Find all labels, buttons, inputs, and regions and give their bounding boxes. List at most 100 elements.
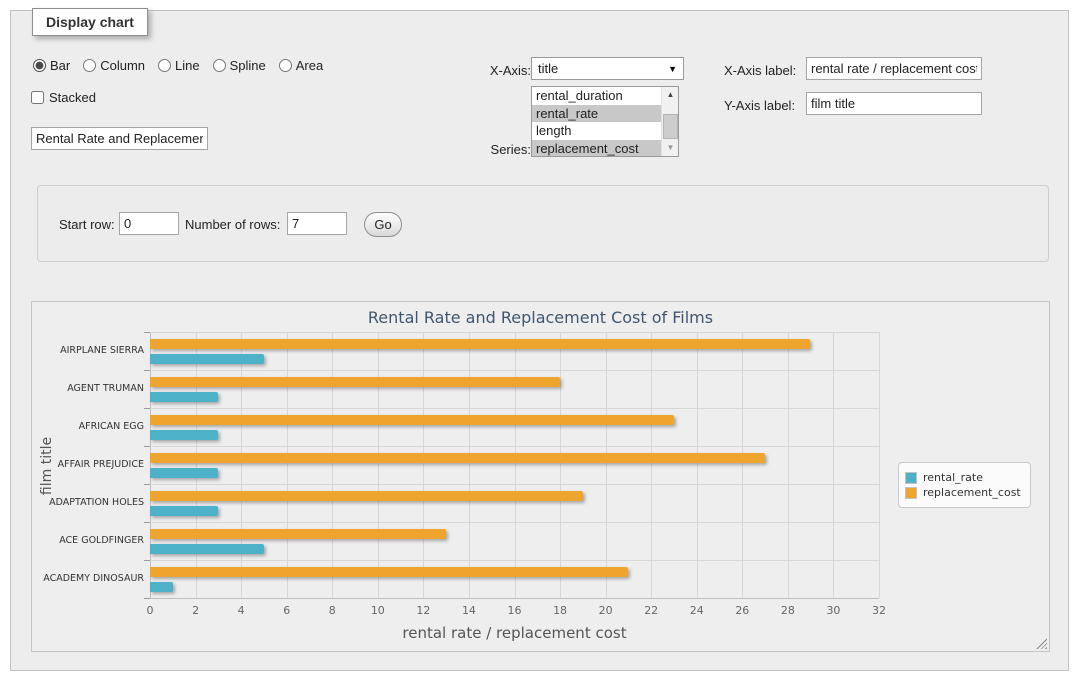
y-axis-label-input[interactable] [806,92,982,115]
radio-label: Column [100,58,145,73]
bar-replacement_cost [150,491,583,501]
chart-type-option-column[interactable]: Column [83,58,145,73]
gridline [606,332,607,598]
bar-replacement_cost [150,415,674,425]
category-tick [144,560,150,561]
scrollbar-thumb[interactable] [663,114,678,139]
chart-container: Rental Rate and Replacement Cost of Film… [31,301,1050,652]
x-axis-select[interactable]: title ▼ [531,57,684,80]
category-tick [144,332,150,333]
bar-replacement_cost [150,377,560,387]
start-row-label: Start row: [59,217,115,232]
gridline [469,332,470,598]
bar-rental_rate [150,544,264,554]
chart-type-option-line[interactable]: Line [158,58,200,73]
category-tick [144,484,150,485]
radio-label: Spline [230,58,266,73]
category-label: AGENT TRUMAN [32,384,144,394]
gridline [150,332,879,333]
legend-item-replacement_cost[interactable]: replacement_cost [905,486,1021,499]
legend-label: replacement_cost [923,486,1021,499]
bar-replacement_cost [150,453,765,463]
x-tick-label: 18 [553,604,567,617]
gridline [196,332,197,598]
category-label: AIRPLANE SIERRA [32,346,144,356]
gridline [651,332,652,598]
legend-label: rental_rate [923,471,983,484]
x-tick-label: 28 [781,604,795,617]
category-tick [144,598,150,599]
radio-spline[interactable] [213,59,226,72]
radio-bar[interactable] [33,59,46,72]
category-label: ADAPTATION HOLES [32,498,144,508]
gridline [378,332,379,598]
gridline [150,408,879,409]
series-option-length[interactable]: length [532,122,661,140]
go-button[interactable]: Go [364,212,402,237]
gridline [742,332,743,598]
legend-item-rental_rate[interactable]: rental_rate [905,471,1021,484]
category-label: AFRICAN EGG [32,422,144,432]
scrollbar[interactable]: ▲ ▼ [661,87,678,156]
category-tick [144,522,150,523]
scroll-down-icon[interactable]: ▼ [662,140,679,156]
legend-swatch-icon [905,472,917,484]
series-option-replacement_cost[interactable]: replacement_cost [532,140,661,157]
x-axis-label-input[interactable] [806,57,982,80]
x-tick-label: 6 [283,604,290,617]
chart-x-axis-title: rental rate / replacement cost [150,624,879,642]
x-axis-selected-value: title [538,61,558,76]
bar-replacement_cost [150,339,810,349]
gridline [150,484,879,485]
chart-title: Rental Rate and Replacement Cost of Film… [32,308,1049,327]
bar-rental_rate [150,506,218,516]
bar-rental_rate [150,354,264,364]
display-chart-panel: Display chart BarColumnLineSplineArea St… [10,10,1069,671]
series-select-label: Series: [471,142,531,157]
series-option-rental_duration[interactable]: rental_duration [532,87,661,105]
gridline [332,332,333,598]
x-tick-label: 4 [238,604,245,617]
category-tick [144,446,150,447]
x-tick-label: 24 [690,604,704,617]
series-option-rental_rate[interactable]: rental_rate [532,105,661,123]
radio-column[interactable] [83,59,96,72]
chart-type-option-bar[interactable]: Bar [33,58,70,73]
bar-rental_rate [150,392,218,402]
radio-label: Bar [50,58,70,73]
gridline [423,332,424,598]
x-tick-label: 30 [826,604,840,617]
number-of-rows-input[interactable] [287,212,347,235]
gridline [788,332,789,598]
x-tick-label: 22 [644,604,658,617]
x-tick-label: 20 [599,604,613,617]
category-label: ACE GOLDFINGER [32,536,144,546]
chart-title-input[interactable] [31,127,208,150]
bar-rental_rate [150,468,218,478]
gridline [241,332,242,598]
x-tick-label: 26 [735,604,749,617]
number-of-rows-label: Number of rows: [185,217,280,232]
x-tick-label: 0 [147,604,154,617]
category-tick [144,370,150,371]
chart-type-option-spline[interactable]: Spline [213,58,266,73]
gridline [150,446,879,447]
bar-rental_rate [150,430,218,440]
row-range-panel: Start row: Number of rows: Go [37,185,1049,262]
bar-rental_rate [150,582,173,592]
stacked-checkbox[interactable] [31,91,44,104]
gridline [697,332,698,598]
gridline [833,332,834,598]
gridline [150,370,879,371]
bar-replacement_cost [150,529,446,539]
radio-line[interactable] [158,59,171,72]
start-row-input[interactable] [119,212,179,235]
y-axis-label-label: Y-Axis label: [724,98,795,113]
resize-handle-icon[interactable] [1036,638,1047,649]
gridline [560,332,561,598]
series-multiselect[interactable]: rental_durationrental_ratelengthreplacem… [531,86,679,157]
radio-area[interactable] [279,59,292,72]
legend-swatch-icon [905,487,917,499]
chart-type-option-area[interactable]: Area [279,58,323,73]
scroll-up-icon[interactable]: ▲ [662,87,679,103]
